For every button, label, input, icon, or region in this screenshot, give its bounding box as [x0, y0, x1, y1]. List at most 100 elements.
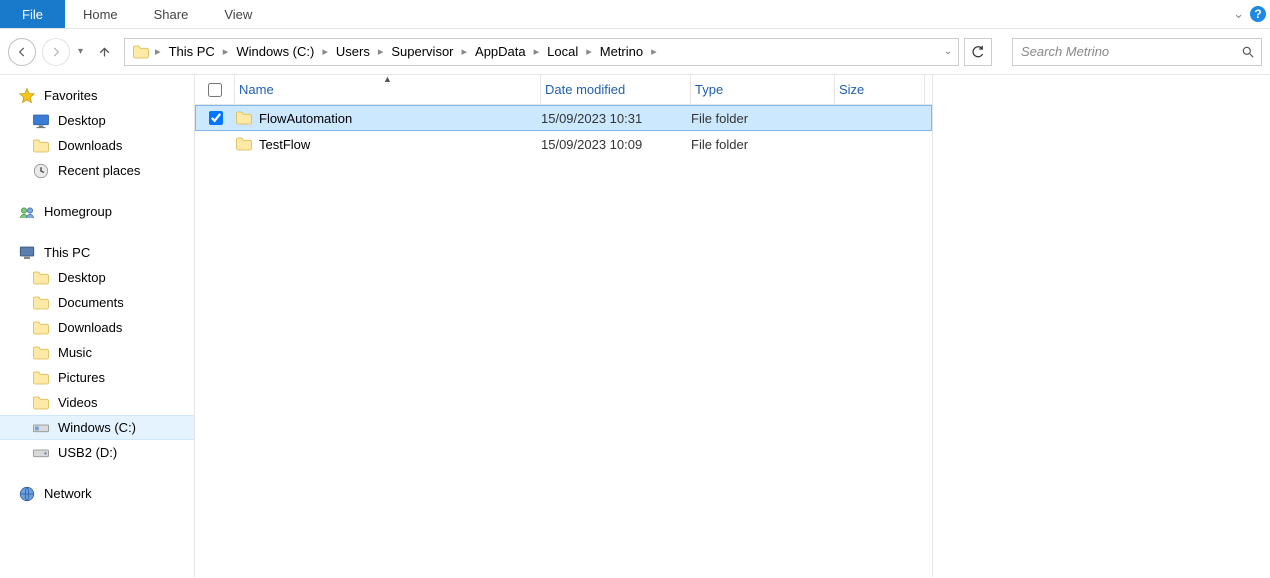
chevron-right-icon[interactable]: ▸: [582, 45, 596, 58]
nav-up-button[interactable]: [91, 44, 118, 59]
column-label: Name: [239, 82, 274, 97]
breadcrumb-supervisor[interactable]: Supervisor: [387, 44, 457, 59]
column-label: Type: [695, 82, 723, 97]
row-date: 15/09/2023 10:09: [541, 137, 691, 152]
menu-bar: File Home Share View ⌄ ?: [0, 0, 1270, 29]
sidebar-label: Pictures: [58, 370, 105, 385]
row-date: 15/09/2023 10:31: [541, 111, 691, 126]
chevron-right-icon[interactable]: ▸: [530, 45, 544, 58]
address-bar-row: ▾ ▸ This PC ▸ Windows (C:) ▸ Users ▸ Sup…: [0, 29, 1270, 74]
menu-share[interactable]: Share: [136, 0, 207, 28]
homegroup-icon: [18, 203, 36, 221]
nav-forward-button[interactable]: [42, 38, 70, 66]
select-all-checkbox[interactable]: [208, 83, 222, 97]
folder-icon: [235, 109, 253, 127]
folder-icon: [32, 319, 50, 337]
row-checkbox[interactable]: [209, 111, 223, 125]
chevron-right-icon[interactable]: ▸: [374, 45, 388, 58]
search-icon[interactable]: [1241, 45, 1255, 59]
sort-ascending-icon: ▲: [383, 74, 392, 84]
chevron-right-icon[interactable]: ▸: [219, 45, 233, 58]
usb-icon: [32, 444, 50, 462]
column-header-date[interactable]: Date modified: [541, 75, 691, 104]
folder-icon: [32, 137, 50, 155]
drive-icon: [32, 419, 50, 437]
row-name: TestFlow: [259, 137, 310, 152]
sidebar-network[interactable]: Network: [0, 481, 194, 506]
history-dropdown-icon[interactable]: ▾: [76, 46, 85, 57]
breadcrumb-users[interactable]: Users: [332, 44, 374, 59]
chevron-right-icon[interactable]: ▸: [647, 45, 661, 58]
address-dropdown-icon[interactable]: ⌄: [938, 46, 958, 57]
refresh-button[interactable]: [964, 38, 992, 66]
sidebar-label: Desktop: [58, 270, 106, 285]
desktop-icon: [32, 112, 50, 130]
help-icon[interactable]: ?: [1250, 6, 1266, 22]
folder-icon: [235, 135, 253, 153]
menu-file[interactable]: File: [0, 0, 65, 28]
menu-view[interactable]: View: [206, 0, 270, 28]
folder-icon: [32, 344, 50, 362]
sidebar-label: Documents: [58, 295, 124, 310]
sidebar-favorites[interactable]: Favorites: [0, 83, 194, 108]
sidebar-pc-pictures[interactable]: Pictures: [0, 365, 194, 390]
chevron-right-icon[interactable]: ▸: [318, 45, 332, 58]
ribbon-expand-icon[interactable]: ⌄: [1233, 6, 1244, 22]
sidebar-desktop[interactable]: Desktop: [0, 108, 194, 133]
pc-icon: [18, 244, 36, 262]
folder-icon: [32, 369, 50, 387]
sidebar-label: Music: [58, 345, 92, 360]
column-header-checkbox[interactable]: [195, 75, 235, 104]
column-header-type[interactable]: Type: [691, 75, 835, 104]
breadcrumb-local[interactable]: Local: [543, 44, 582, 59]
sidebar-downloads[interactable]: Downloads: [0, 133, 194, 158]
sidebar-label: USB2 (D:): [58, 445, 117, 460]
sidebar-label: Downloads: [58, 320, 122, 335]
sidebar-this-pc[interactable]: This PC: [0, 240, 194, 265]
sidebar-pc-downloads[interactable]: Downloads: [0, 315, 194, 340]
address-bar[interactable]: ▸ This PC ▸ Windows (C:) ▸ Users ▸ Super…: [124, 38, 959, 66]
sidebar-label: Desktop: [58, 113, 106, 128]
sidebar-label: Homegroup: [44, 204, 112, 219]
sidebar-pc-usb2-d[interactable]: USB2 (D:): [0, 440, 194, 465]
menu-home[interactable]: Home: [65, 0, 136, 28]
sidebar-label: Videos: [58, 395, 98, 410]
chevron-right-icon[interactable]: ▸: [155, 45, 165, 58]
sidebar-pc-music[interactable]: Music: [0, 340, 194, 365]
table-row[interactable]: FlowAutomation 15/09/2023 10:31 File fol…: [195, 105, 932, 131]
folder-icon: [131, 42, 151, 62]
column-header-name[interactable]: Name ▲: [235, 75, 541, 104]
search-input[interactable]: [1019, 43, 1241, 60]
sidebar-label: Downloads: [58, 138, 122, 153]
breadcrumb-windows-c[interactable]: Windows (C:): [232, 44, 318, 59]
sidebar-pc-desktop[interactable]: Desktop: [0, 265, 194, 290]
chevron-right-icon[interactable]: ▸: [458, 45, 472, 58]
breadcrumb-metrino[interactable]: Metrino: [596, 44, 647, 59]
star-icon: [18, 87, 36, 105]
column-label: Size: [839, 82, 864, 97]
breadcrumb-appdata[interactable]: AppData: [471, 44, 530, 59]
column-header-size[interactable]: Size: [835, 75, 925, 104]
row-type: File folder: [691, 111, 835, 126]
sidebar-pc-documents[interactable]: Documents: [0, 290, 194, 315]
sidebar-label: Windows (C:): [58, 420, 136, 435]
sidebar-recent-places[interactable]: Recent places: [0, 158, 194, 183]
sidebar-label: Network: [44, 486, 92, 501]
nav-back-button[interactable]: [8, 38, 36, 66]
column-header-row: Name ▲ Date modified Type Size: [195, 75, 932, 105]
search-box[interactable]: [1012, 38, 1262, 66]
sidebar-label: This PC: [44, 245, 90, 260]
folder-icon: [32, 294, 50, 312]
column-label: Date modified: [545, 82, 625, 97]
sidebar-label: Favorites: [44, 88, 97, 103]
breadcrumb-this-pc[interactable]: This PC: [165, 44, 219, 59]
sidebar-pc-videos[interactable]: Videos: [0, 390, 194, 415]
network-icon: [18, 485, 36, 503]
row-type: File folder: [691, 137, 835, 152]
folder-icon: [32, 394, 50, 412]
navigation-pane: Favorites Desktop Downloads Recent place…: [0, 75, 195, 577]
sidebar-homegroup[interactable]: Homegroup: [0, 199, 194, 224]
sidebar-pc-windows-c[interactable]: Windows (C:): [0, 415, 194, 440]
row-name: FlowAutomation: [259, 111, 352, 126]
table-row[interactable]: TestFlow 15/09/2023 10:09 File folder: [195, 131, 932, 157]
